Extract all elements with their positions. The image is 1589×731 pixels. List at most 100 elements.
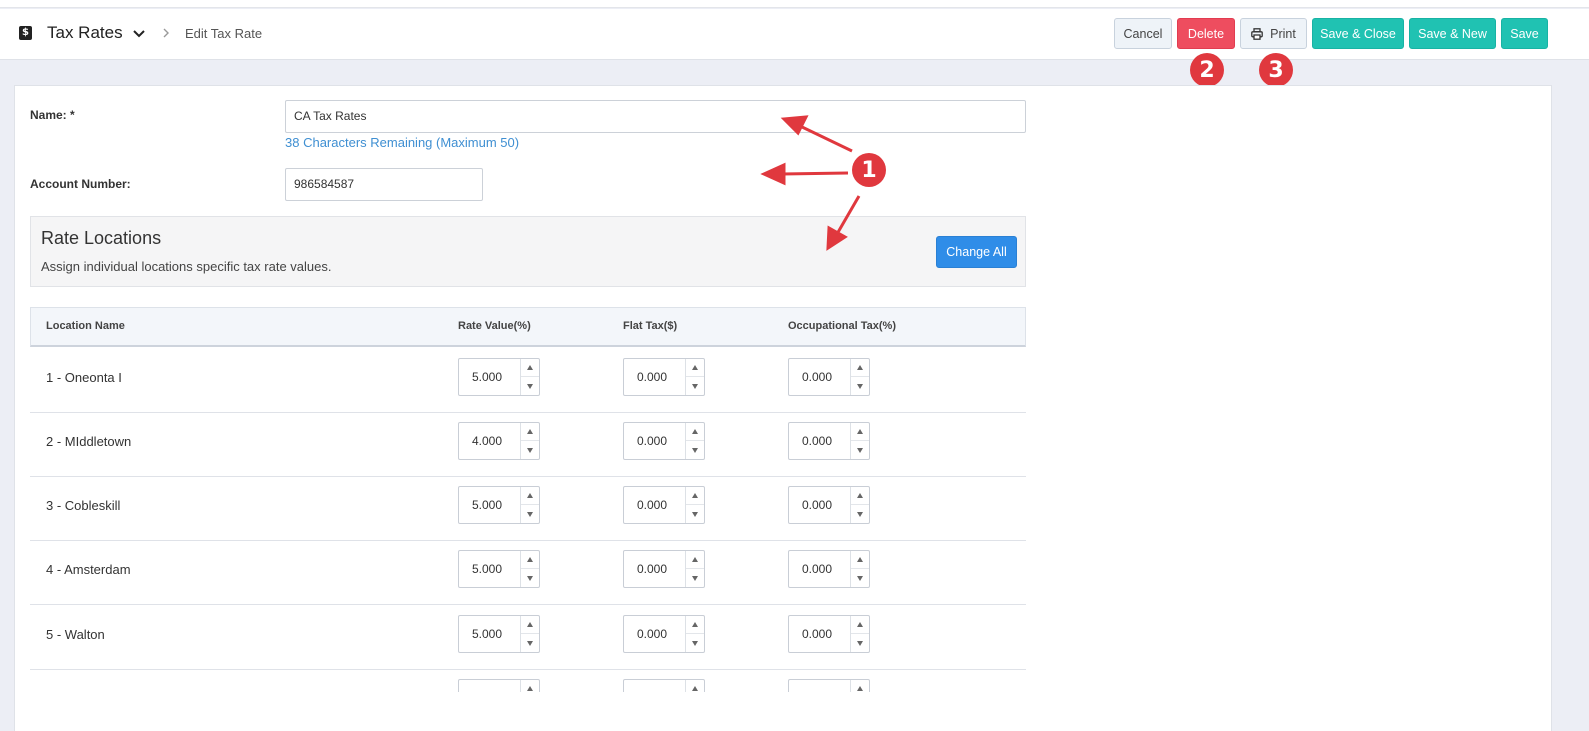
increment-arrow-icon[interactable] [521,487,539,505]
increment-arrow-icon[interactable] [686,616,704,634]
increment-arrow-icon[interactable] [686,487,704,505]
flat-tax-stepper[interactable] [623,679,705,692]
rate-value-stepper-value[interactable]: 4.000 [459,423,521,459]
decrement-arrow-icon[interactable] [851,569,869,587]
increment-arrow-icon[interactable] [851,680,869,692]
decrement-arrow-icon[interactable] [686,634,704,652]
table-row: 5 - Walton 5.000 0.000 0.000 [30,605,1026,670]
occupational-tax-stepper[interactable]: 0.000 [788,486,870,524]
decrement-arrow-icon[interactable] [851,377,869,395]
decrement-arrow-icon[interactable] [521,634,539,652]
save-new-button-label: Save & New [1418,26,1487,41]
rate-locations-description: Assign individual locations specific tax… [41,259,332,274]
table-row: 2 - MIddletown 4.000 0.000 0.000 [30,412,1026,477]
occupational-tax-stepper-value[interactable]: 0.000 [789,551,851,587]
occupational-tax-stepper-value[interactable]: 0.000 [789,616,851,652]
rate-value-stepper[interactable]: 5.000 [458,615,540,653]
annotation-badge-1: 1 [852,153,886,187]
rate-value-stepper[interactable]: 4.000 [458,422,540,460]
flat-tax-stepper[interactable]: 0.000 [623,550,705,588]
rate-locations-table: Location Name Rate Value(%) Flat Tax($) … [30,307,1026,692]
flat-tax-stepper-value[interactable]: 0.000 [624,487,686,523]
rate-value-stepper-value[interactable]: 5.000 [459,359,521,395]
chars-remaining-hint: 38 Characters Remaining (Maximum 50) [285,135,520,150]
decrement-arrow-icon[interactable] [851,441,869,459]
save-button[interactable]: Save [1501,18,1548,49]
increment-arrow-icon[interactable] [686,680,704,692]
rate-value-stepper[interactable]: 5.000 [458,550,540,588]
flat-tax-stepper[interactable]: 0.000 [623,358,705,396]
decrement-arrow-icon[interactable] [851,634,869,652]
decrement-arrow-icon[interactable] [521,441,539,459]
decrement-arrow-icon[interactable] [686,441,704,459]
printer-icon [1251,27,1263,40]
flat-tax-stepper-value[interactable]: 0.000 [624,551,686,587]
save-button-label: Save [1510,26,1539,41]
occupational-tax-stepper-value[interactable]: 0.000 [789,487,851,523]
rate-value-stepper[interactable]: 5.000 [458,358,540,396]
occupational-tax-stepper-value[interactable]: 0.000 [789,423,851,459]
increment-arrow-icon[interactable] [851,359,869,377]
decrement-arrow-icon[interactable] [686,505,704,523]
increment-arrow-icon[interactable] [851,551,869,569]
table-row: 4 - Amsterdam 5.000 0.000 0.000 [30,540,1026,605]
decrement-arrow-icon[interactable] [686,569,704,587]
increment-arrow-icon[interactable] [851,616,869,634]
occupational-tax-stepper[interactable]: 0.000 [788,422,870,460]
occupational-tax-stepper[interactable] [788,679,870,692]
chevron-down-icon[interactable] [132,28,146,40]
rate-value-stepper-value[interactable] [459,680,521,692]
rate-value-stepper-value[interactable]: 5.000 [459,551,521,587]
flat-tax-stepper[interactable]: 0.000 [623,486,705,524]
cancel-button[interactable]: Cancel [1114,18,1172,49]
flat-tax-stepper-value[interactable] [624,680,686,692]
increment-arrow-icon[interactable] [686,359,704,377]
flat-tax-stepper-value[interactable]: 0.000 [624,423,686,459]
flat-tax-stepper[interactable]: 0.000 [623,615,705,653]
flat-tax-stepper-value[interactable]: 0.000 [624,616,686,652]
increment-arrow-icon[interactable] [521,616,539,634]
location-name: 2 - MIddletown [46,434,132,449]
increment-arrow-icon[interactable] [521,359,539,377]
increment-arrow-icon[interactable] [521,423,539,441]
rate-value-stepper-value[interactable]: 5.000 [459,616,521,652]
annotation-badge-2: 2 [1190,53,1224,87]
rate-value-stepper[interactable]: 5.000 [458,486,540,524]
annotation-badge-3: 3 [1259,53,1293,87]
flat-tax-stepper[interactable]: 0.000 [623,422,705,460]
save-close-button[interactable]: Save & Close [1312,18,1404,49]
occupational-tax-stepper[interactable]: 0.000 [788,615,870,653]
decrement-arrow-icon[interactable] [521,505,539,523]
increment-arrow-icon[interactable] [851,487,869,505]
occupational-tax-stepper[interactable]: 0.000 [788,358,870,396]
decrement-arrow-icon[interactable] [851,505,869,523]
rate-value-stepper-value[interactable]: 5.000 [459,487,521,523]
increment-arrow-icon[interactable] [686,423,704,441]
occupational-tax-stepper-value[interactable]: 0.000 [789,359,851,395]
change-all-label: Change All [946,245,1007,259]
occupational-tax-stepper-value[interactable] [789,680,851,692]
flat-tax-stepper-value[interactable]: 0.000 [624,359,686,395]
decrement-arrow-icon[interactable] [521,377,539,395]
increment-arrow-icon[interactable] [851,423,869,441]
print-button[interactable]: Print [1240,18,1307,49]
change-all-button[interactable]: Change All [936,236,1017,268]
column-header-flat: Flat Tax($) [623,320,678,332]
name-input[interactable]: CA Tax Rates [285,100,1026,133]
rate-value-stepper[interactable] [458,679,540,692]
increment-arrow-icon[interactable] [521,551,539,569]
occupational-tax-stepper[interactable]: 0.000 [788,550,870,588]
increment-arrow-icon[interactable] [686,551,704,569]
page-title[interactable]: Tax Rates [47,23,123,43]
delete-button-label: Delete [1187,26,1225,41]
rate-locations-title: Rate Locations [41,228,162,248]
save-new-button[interactable]: Save & New [1409,18,1496,49]
account-number-input[interactable]: 986584587 [285,168,483,201]
account-number-label: Account Number: [30,177,131,191]
decrement-arrow-icon[interactable] [686,377,704,395]
location-name: 5 - Walton [46,627,105,642]
decrement-arrow-icon[interactable] [521,569,539,587]
delete-button[interactable]: Delete [1177,18,1235,49]
increment-arrow-icon[interactable] [521,680,539,692]
location-name: 3 - Cobleskill [46,498,121,513]
